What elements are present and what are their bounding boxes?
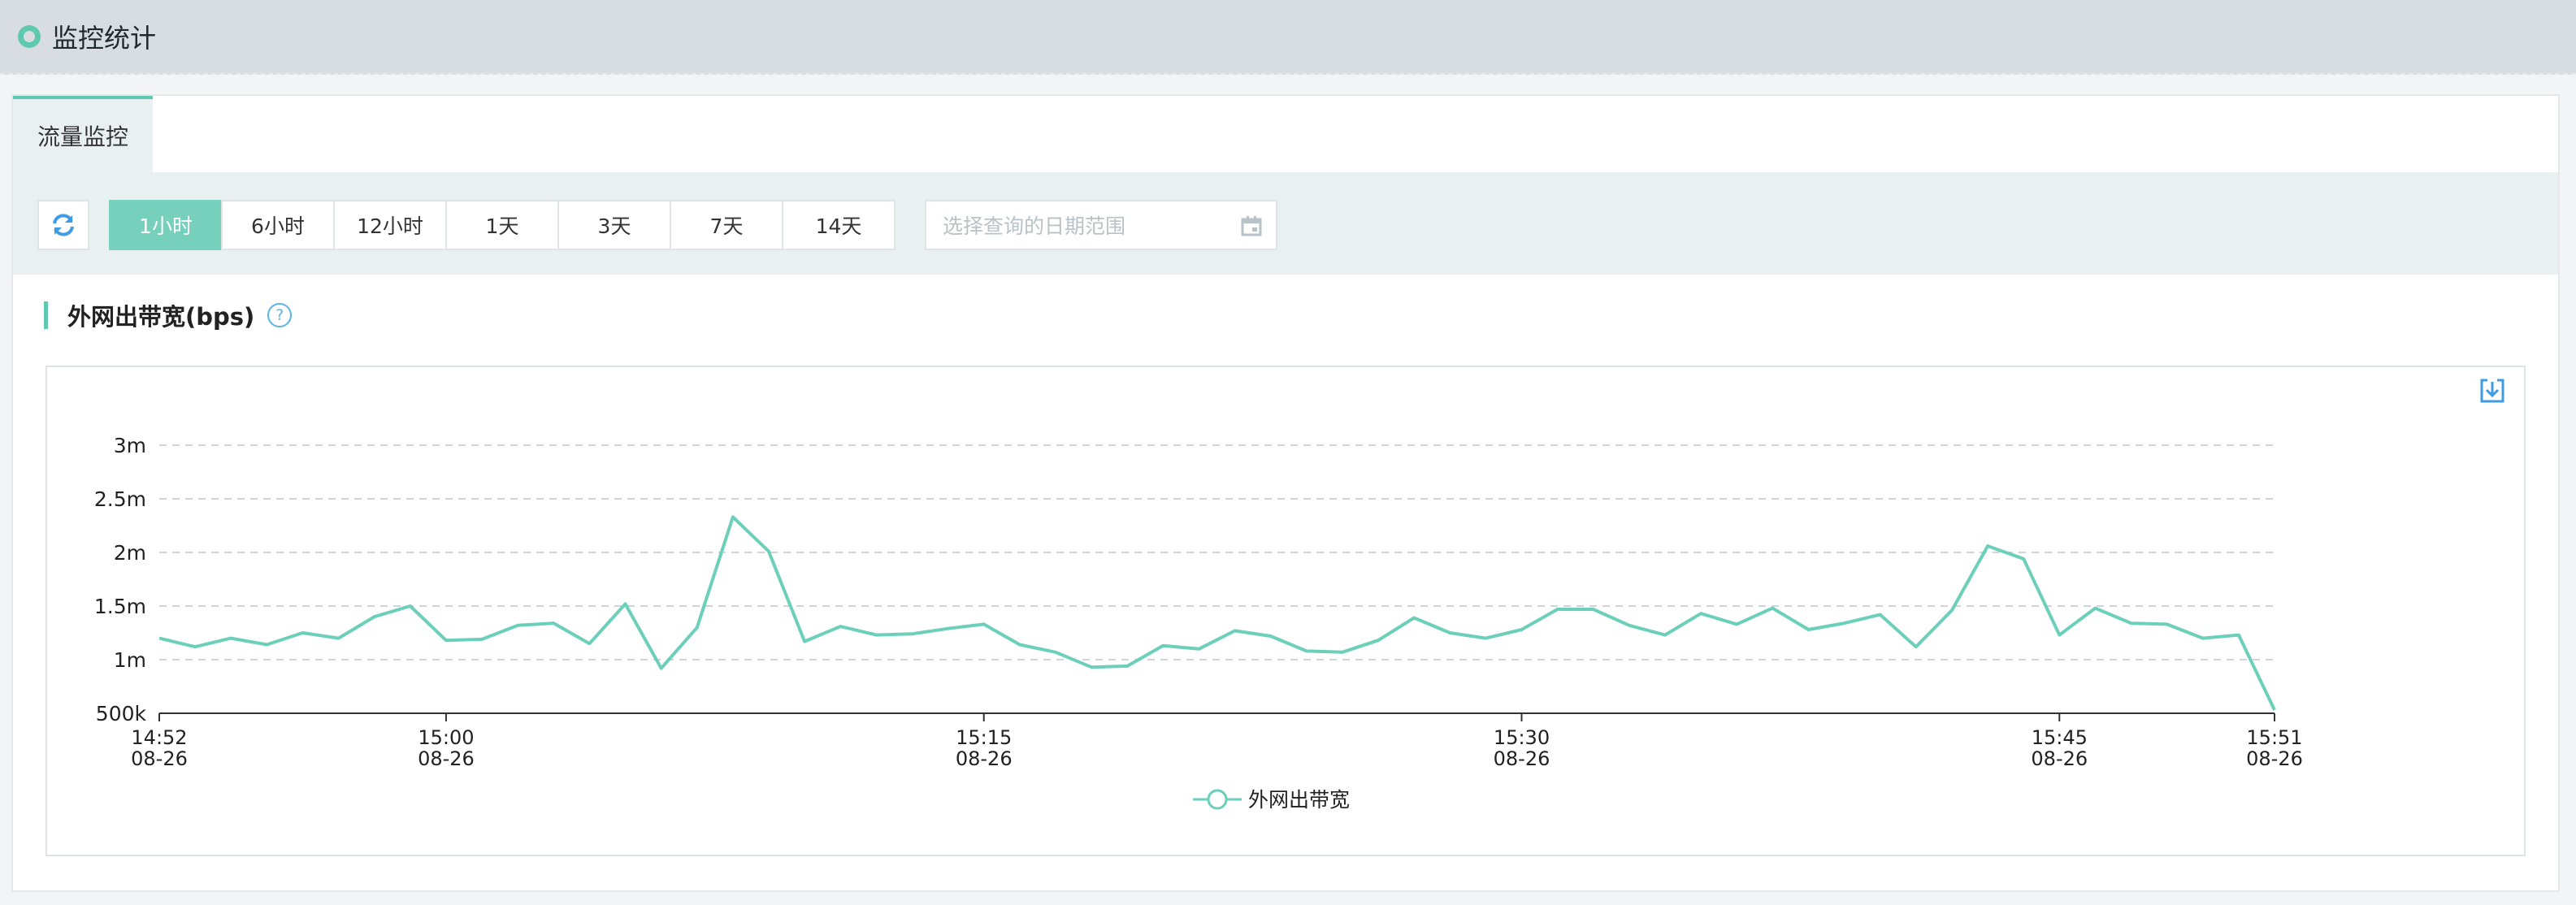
range-3d-button[interactable]: 3天: [557, 200, 671, 250]
date-range-input[interactable]: 选择查询的日期范围: [925, 200, 1277, 250]
x-tick-date-label: 08-26: [2031, 747, 2088, 770]
x-tick-date-label: 08-26: [131, 747, 188, 770]
time-range-toolbar: 1小时 6小时 12小时 1天 3天 7天 14天 选择查询的日期范围: [13, 172, 2558, 275]
range-7d-button[interactable]: 7天: [670, 200, 783, 250]
bandwidth-line-chart: 3m2.5m2m1.5m1m500k14:5208-2615:0008-2615…: [94, 434, 2303, 812]
legend-label: 外网出带宽: [1248, 788, 1350, 812]
range-1h-button[interactable]: 1小时: [109, 200, 223, 250]
help-icon[interactable]: ?: [267, 303, 293, 327]
page-header: 监控统计: [0, 0, 2576, 75]
refresh-button[interactable]: [37, 200, 89, 250]
range-button-group: 1小时 6小时 12小时 1天 3天 7天 14天: [109, 200, 896, 250]
x-tick-time-label: 15:00: [418, 726, 474, 749]
legend-marker: [1207, 789, 1228, 810]
y-tick-label: 1m: [114, 648, 146, 672]
series-line: [158, 515, 2276, 711]
tab-bar: 流量监控: [13, 96, 2558, 172]
y-tick-label: 2.5m: [94, 487, 146, 511]
x-tick-date-label: 08-26: [418, 747, 475, 770]
y-tick-label: 3m: [114, 434, 146, 457]
range-1d-button[interactable]: 1天: [445, 200, 559, 250]
refresh-icon: [53, 214, 74, 236]
x-tick-date-label: 08-26: [956, 747, 1013, 770]
range-6h-button[interactable]: 6小时: [221, 200, 335, 250]
date-range-placeholder: 选择查询的日期范围: [943, 214, 1126, 238]
x-tick-date-label: 08-26: [2246, 747, 2303, 770]
section-accent-bar: [44, 301, 48, 329]
x-tick-time-label: 14:52: [131, 726, 187, 749]
range-12h-button[interactable]: 12小时: [333, 200, 447, 250]
tab-traffic-monitor[interactable]: 流量监控: [13, 96, 153, 172]
x-tick-time-label: 15:15: [956, 726, 1012, 749]
x-tick-date-label: 08-26: [1494, 747, 1550, 770]
status-ring-icon: [18, 25, 41, 48]
chart-section-header: 外网出带宽(bps) ?: [44, 299, 293, 331]
x-tick-time-label: 15:30: [1494, 726, 1550, 749]
y-tick-label: 500k: [96, 702, 147, 725]
chart-title: 外网出带宽(bps): [67, 303, 255, 331]
calendar-icon: [1241, 216, 1262, 236]
download-icon[interactable]: [2478, 377, 2506, 405]
range-14d-button[interactable]: 14天: [782, 200, 896, 250]
monitor-panel: 流量监控 1小时 6小时 12小时 1天 3天 7天 14天 选择查询的日期范围: [11, 94, 2560, 892]
page-title: 监控统计: [52, 23, 157, 54]
y-tick-label: 1.5m: [94, 595, 146, 618]
y-tick-label: 2m: [114, 541, 146, 565]
chart-container: 3m 2.5m 2m 1.5m 1m 500k 14:52 08-26 15:00 08-26 15…: [46, 366, 2526, 856]
x-tick-time-label: 15:51: [2246, 726, 2302, 749]
x-tick-time-label: 15:45: [2032, 726, 2088, 749]
